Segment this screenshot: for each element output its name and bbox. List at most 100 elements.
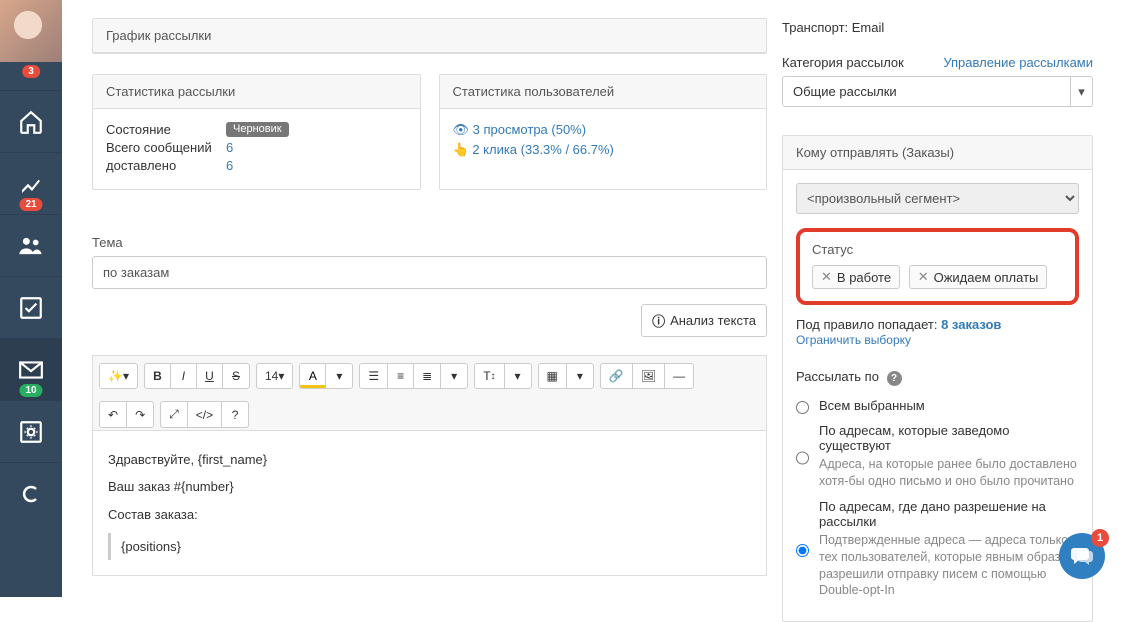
magic-button[interactable]: ✨▾ (100, 364, 137, 388)
fontsize-button[interactable]: 14▾ (257, 364, 292, 388)
home-icon (18, 109, 44, 135)
state-label: Состояние (106, 122, 226, 137)
schedule-panel: График рассылки (92, 18, 767, 54)
recipients-title: Кому отправлять (Заказы) (783, 136, 1092, 170)
segment-select[interactable]: <произвольный сегмент> (796, 183, 1079, 214)
fontcolor-more[interactable]: ▾ (326, 364, 352, 388)
sidebar-users[interactable] (0, 214, 62, 276)
manage-categories-link[interactable]: Управление рассылками (943, 55, 1093, 70)
bold-button[interactable]: B (145, 364, 171, 388)
undo-button[interactable]: ↶ (100, 402, 127, 427)
fontcolor-button[interactable]: A (300, 364, 326, 388)
sidebar: 3 21 10 (0, 0, 62, 597)
code-button[interactable]: </> (188, 402, 222, 427)
caret-down-icon: ▾ (1070, 77, 1092, 106)
match-count-link[interactable]: 8 заказов (941, 317, 1001, 332)
editor-greeting: Здравствуйте, {first_name} (108, 446, 751, 473)
sendby-label: Рассылать по (796, 369, 879, 384)
radio-all-input[interactable] (796, 401, 809, 414)
total-value[interactable]: 6 (226, 140, 233, 155)
format-button[interactable]: T↕ (475, 364, 504, 388)
sidebar-settings[interactable] (0, 400, 62, 462)
chart-icon (19, 172, 43, 196)
c-icon (19, 482, 43, 506)
editor-contents-label: Состав заказа: (108, 501, 751, 528)
editor-order-line: Ваш заказ #{number} (108, 473, 751, 500)
notifications-badge: 3 (22, 65, 40, 78)
redo-button[interactable]: ↷ (127, 402, 153, 427)
transport-label: Транспорт: (782, 20, 848, 35)
total-label: Всего сообщений (106, 140, 226, 155)
subject-input[interactable] (92, 256, 767, 289)
category-label: Категория рассылок (782, 55, 904, 70)
image-button[interactable]: 🖼 (633, 364, 665, 388)
radio-optin[interactable]: По адресам, где дано разрешение на рассы… (796, 499, 1079, 600)
subject-group: Тема (92, 235, 767, 289)
status-label: Статус (812, 242, 1063, 257)
checkbox-icon (18, 295, 44, 321)
format-more[interactable]: ▾ (505, 364, 531, 388)
match-prefix: Под правило попадает: (796, 317, 937, 332)
radio-existing[interactable]: По адресам, которые заведомо существуют … (796, 423, 1079, 490)
mail-icon (18, 357, 44, 383)
avatar[interactable] (0, 0, 62, 62)
eye-icon: 👁 (453, 122, 470, 137)
click-icon: 👆 (453, 142, 469, 157)
category-select[interactable]: Общие рассылки ▾ (782, 76, 1093, 107)
remove-tag-icon[interactable]: ✕ (821, 269, 832, 285)
subject-label: Тема (92, 235, 767, 250)
stats-title: Статистика рассылки (93, 75, 420, 109)
sidebar-notifications[interactable]: 3 (0, 62, 62, 90)
sidebar-help[interactable] (0, 462, 62, 524)
clicks-link[interactable]: 2 клика (33.3% / 66.7%) (472, 142, 614, 157)
users-icon (17, 232, 45, 260)
transport-value: Email (852, 20, 885, 35)
analyze-text-button[interactable]: ⓘАнализ текста (641, 304, 767, 337)
status-tag-2[interactable]: ✕Ожидаем оплаты (909, 265, 1048, 289)
editor-body[interactable]: Здравствуйте, {first_name} Ваш заказ #{n… (92, 431, 767, 576)
views-link[interactable]: 3 просмотра (50%) (473, 122, 586, 137)
status-tag-1[interactable]: ✕В работе (812, 265, 900, 289)
italic-button[interactable]: I (171, 364, 197, 388)
radio-existing-input[interactable] (796, 426, 809, 490)
fullscreen-button[interactable]: ⤢ (161, 402, 188, 427)
hr-button[interactable]: — (665, 364, 693, 388)
category-value: Общие рассылки (783, 77, 1070, 106)
reports-badge: 21 (19, 198, 42, 211)
radio-existing-label: По адресам, которые заведомо существуют (819, 423, 1009, 453)
userstats-panel: Статистика пользователей 👁 3 просмотра (… (439, 74, 768, 190)
chat-fab[interactable]: 1 (1059, 533, 1105, 579)
sidebar-reports[interactable]: 21 (0, 152, 62, 214)
delivered-label: доставлено (106, 158, 226, 173)
editor-positions: {positions} (108, 533, 751, 560)
table-more[interactable]: ▾ (567, 364, 593, 388)
help-button[interactable]: ? (222, 402, 248, 427)
info-icon: ⓘ (652, 311, 665, 330)
radio-optin-label: По адресам, где дано разрешение на рассы… (819, 499, 1046, 529)
remove-tag-icon[interactable]: ✕ (918, 269, 929, 285)
sidebar-mail[interactable]: 10 (0, 338, 62, 400)
delivered-value[interactable]: 6 (226, 158, 233, 173)
help-icon[interactable]: ? (887, 371, 902, 386)
ul-button[interactable]: ☰ (360, 364, 388, 388)
sidebar-home[interactable] (0, 90, 62, 152)
table-button[interactable]: ▦ (539, 364, 567, 388)
radio-optin-input[interactable] (796, 502, 809, 600)
align-button[interactable]: ≣ (414, 364, 441, 388)
underline-button[interactable]: U (197, 364, 223, 388)
ol-button[interactable]: ≡ (388, 364, 414, 388)
limit-selection-link[interactable]: Ограничить выборку (796, 333, 911, 347)
editor-toolbar: ✨▾ BIUS 14▾ A▾ ☰≡≣▾ T↕▾ ▦▾ 🔗🖼— ↶↷ ⤢</>? (92, 355, 767, 431)
state-badge: Черновик (226, 122, 289, 137)
gear-box-icon (18, 419, 44, 445)
sidebar-tasks[interactable] (0, 276, 62, 338)
recipients-panel: Кому отправлять (Заказы) <произвольный с… (782, 135, 1093, 622)
align-more[interactable]: ▾ (441, 364, 467, 388)
chat-badge: 1 (1091, 529, 1109, 547)
schedule-title: График рассылки (93, 19, 766, 53)
mail-badge: 10 (19, 384, 42, 397)
strike-button[interactable]: S (223, 364, 249, 388)
radio-all[interactable]: Всем выбранным (796, 398, 1079, 414)
radio-existing-desc: Адреса, на которые ранее было доставлено… (819, 456, 1079, 490)
link-button[interactable]: 🔗 (601, 364, 633, 388)
